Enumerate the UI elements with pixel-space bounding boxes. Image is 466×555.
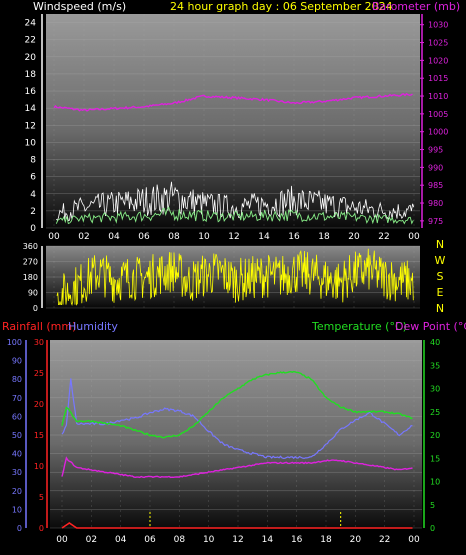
wind-tick-label: 16 xyxy=(25,87,37,97)
humidity-tick-label: 40 xyxy=(12,450,22,459)
time-tick-label: 12 xyxy=(232,535,243,545)
baro-tick-label: 1030 xyxy=(428,21,448,30)
wind-tick-label: 14 xyxy=(25,104,37,114)
baro-tick-label: 995 xyxy=(428,146,443,155)
wind-tick-label: 20 xyxy=(25,53,37,63)
baro-tick-label: 1000 xyxy=(428,128,448,137)
humidity-tick-label: 80 xyxy=(12,375,22,384)
baro-tick-label: 990 xyxy=(428,163,443,172)
temp-hum-plot-area xyxy=(50,340,422,528)
wind-tick-label: 10 xyxy=(25,138,37,148)
time-tick-label: 14 xyxy=(262,535,274,545)
compass-label: W xyxy=(435,254,446,267)
time-tick-label: 00 xyxy=(48,232,60,242)
time-tick-label: 08 xyxy=(168,232,180,242)
wind-axis-title: Windspeed (m/s) xyxy=(33,0,126,13)
compass-label: N xyxy=(436,238,444,251)
temp-tick-label: 15 xyxy=(430,454,440,463)
wind-tick-label: 0 xyxy=(30,224,36,234)
direction-tick-label: 360 xyxy=(23,242,38,251)
time-tick-label: 12 xyxy=(228,232,239,242)
wind-tick-label: 18 xyxy=(25,70,37,80)
weather-graph: Windspeed (m/s) 24 hour graph day : 06 S… xyxy=(2,0,466,545)
compass-label: N xyxy=(436,302,444,315)
time-tick-label: 00 xyxy=(56,535,68,545)
humidity-tick-label: 100 xyxy=(7,338,22,347)
barometer-axis-title: Barometer (mb) xyxy=(372,0,460,13)
temp-tick-label: 20 xyxy=(430,431,440,440)
rain-tick-label: 0 xyxy=(39,524,44,533)
wind-tick-label: 4 xyxy=(30,190,36,200)
baro-tick-label: 1020 xyxy=(428,56,448,65)
temp-tick-label: 35 xyxy=(430,361,440,370)
time-tick-label: 22 xyxy=(379,535,390,545)
time-tick-label: 18 xyxy=(318,232,330,242)
direction-tick-label: 90 xyxy=(28,289,38,298)
humidity-axis-title: Humidity xyxy=(68,320,118,333)
humidity-tick-label: 30 xyxy=(12,468,22,477)
time-tick-label: 02 xyxy=(86,535,97,545)
time-tick-label: 06 xyxy=(144,535,156,545)
time-tick-label: 10 xyxy=(198,232,210,242)
temp-tick-label: 30 xyxy=(430,385,440,394)
time-tick-label: 14 xyxy=(258,232,270,242)
direction-tick-label: 270 xyxy=(23,258,38,267)
rain-tick-label: 15 xyxy=(34,431,44,440)
rain-tick-label: 20 xyxy=(34,400,44,409)
time-tick-label: 00 xyxy=(408,535,420,545)
wind-tick-label: 24 xyxy=(25,19,37,29)
wind-tick-label: 22 xyxy=(25,36,36,46)
baro-tick-label: 1010 xyxy=(428,92,448,101)
temp-tick-label: 40 xyxy=(430,338,440,347)
direction-tick-label: 0 xyxy=(33,304,38,313)
baro-tick-label: 980 xyxy=(428,199,443,208)
direction-tick-label: 180 xyxy=(23,273,38,282)
humidity-tick-label: 20 xyxy=(12,487,22,496)
time-tick-label: 22 xyxy=(378,232,389,242)
time-tick-label: 16 xyxy=(288,232,300,242)
time-tick-label: 16 xyxy=(291,535,303,545)
humidity-tick-label: 60 xyxy=(12,412,22,421)
time-tick-label: 00 xyxy=(408,232,420,242)
rain-tick-label: 25 xyxy=(34,369,44,378)
wind-tick-label: 2 xyxy=(30,207,36,217)
baro-tick-label: 985 xyxy=(428,181,443,190)
temp-tick-label: 25 xyxy=(430,408,440,417)
rainfall-axis-title: Rainfall (mm) xyxy=(2,320,76,333)
humidity-tick-label: 10 xyxy=(12,505,22,514)
rain-tick-label: 10 xyxy=(34,462,44,471)
temperature-axis-title: Temperature (°C) xyxy=(311,320,407,333)
humidity-tick-label: 0 xyxy=(17,524,22,533)
temp-tick-label: 10 xyxy=(430,478,440,487)
dewpoint-axis-title: Dew Point (°C) xyxy=(395,320,466,333)
wind-baro-plot-area xyxy=(46,14,420,228)
time-tick-label: 20 xyxy=(350,535,362,545)
humidity-tick-label: 90 xyxy=(12,357,22,366)
humidity-tick-label: 70 xyxy=(12,394,22,403)
rain-tick-label: 5 xyxy=(39,493,44,502)
time-tick-label: 08 xyxy=(174,535,186,545)
graph-title: 24 hour graph day : 06 September 2024 xyxy=(170,0,393,13)
wind-tick-label: 8 xyxy=(30,156,36,166)
compass-label: S xyxy=(437,270,444,283)
time-tick-label: 04 xyxy=(115,535,127,545)
temp-tick-label: 0 xyxy=(430,524,435,533)
humidity-tick-label: 50 xyxy=(12,431,22,440)
time-tick-label: 18 xyxy=(320,535,332,545)
baro-tick-label: 1015 xyxy=(428,74,448,83)
time-tick-label: 20 xyxy=(348,232,360,242)
wind-tick-label: 6 xyxy=(30,173,36,183)
time-tick-label: 02 xyxy=(78,232,89,242)
baro-tick-label: 1005 xyxy=(428,110,448,119)
time-tick-label: 06 xyxy=(138,232,150,242)
time-tick-label: 04 xyxy=(108,232,120,242)
baro-tick-label: 1025 xyxy=(428,39,448,48)
compass-label: E xyxy=(437,286,444,299)
time-tick-label: 10 xyxy=(203,535,215,545)
temp-tick-label: 5 xyxy=(430,501,435,510)
baro-tick-label: 975 xyxy=(428,217,443,226)
wind-tick-label: 12 xyxy=(25,121,36,131)
rain-tick-label: 30 xyxy=(34,338,44,347)
